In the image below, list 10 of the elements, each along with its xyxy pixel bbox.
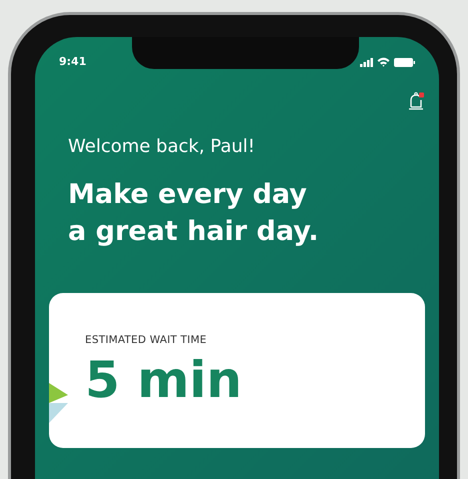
battery-icon	[394, 58, 415, 67]
wait-time-label: ESTIMATED WAIT TIME	[85, 333, 208, 348]
wifi-icon	[377, 57, 390, 68]
wait-time-value: 5 min	[85, 352, 244, 408]
status-time: 9:41	[59, 54, 86, 70]
triangle-logo-icon	[49, 383, 68, 424]
signal-icon	[360, 58, 373, 67]
notification-bell-icon[interactable]	[407, 90, 427, 110]
headline: Make every day a great hair day.	[68, 178, 320, 250]
welcome-text: Welcome back, Paul!	[68, 134, 256, 158]
